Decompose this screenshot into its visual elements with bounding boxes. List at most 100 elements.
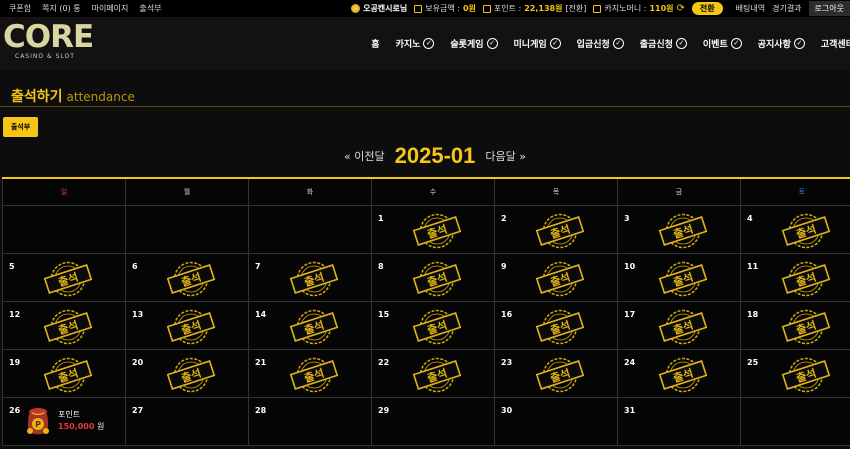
calendar-day: 24 출석 <box>617 350 740 398</box>
attendance-stamp-icon: 출석 <box>412 357 462 393</box>
weekday-sat: 토 <box>740 179 850 206</box>
nav-event[interactable]: 이벤트 ✓ <box>703 37 742 50</box>
top-links: 쿠폰함 쪽지 (0) 통 마이페이지 출석부 <box>9 3 162 14</box>
day-number: 11 <box>747 262 759 271</box>
svg-text:출석: 출석 <box>671 270 695 290</box>
results-link[interactable]: 경기결과 <box>772 3 801 14</box>
day-number: 28 <box>255 406 267 415</box>
calendar-day: 9 출석 <box>494 254 617 302</box>
day-number: 5 <box>9 262 15 271</box>
calendar-week: 26 P 포인트 150,000 원 27 28 29 30 31 <box>2 398 850 446</box>
attendance-stamp-icon: 출석 <box>781 213 831 249</box>
day-number: 22 <box>378 358 390 367</box>
svg-text:출석: 출석 <box>56 270 80 290</box>
logout-button[interactable]: 로그아웃 <box>808 1 850 16</box>
day-number: 18 <box>747 310 759 319</box>
attendance-stamp-icon: 출석 <box>658 309 708 345</box>
day-number: 27 <box>132 406 144 415</box>
svg-text:출석: 출석 <box>548 270 572 290</box>
day-number: 1 <box>378 214 384 223</box>
point-label: 포인트 : <box>493 4 522 13</box>
prev-month-link[interactable]: « 이전달 <box>344 148 385 164</box>
svg-text:출석: 출석 <box>794 318 818 338</box>
attendance-stamp-icon: 출석 <box>166 357 216 393</box>
day-number: 6 <box>132 262 138 271</box>
weekday-mon: 월 <box>125 179 248 206</box>
bet-history-link[interactable]: 배팅내역 <box>736 3 765 14</box>
casino-money-value: 110원 <box>649 4 674 13</box>
user-name: 오공캔시로님 <box>363 4 408 13</box>
nav-withdraw[interactable]: 출금신청 ✓ <box>640 37 687 50</box>
day-number: 3 <box>624 214 630 223</box>
calendar-day: 31 <box>617 398 740 446</box>
attendance-link[interactable]: 출석부 <box>139 3 161 14</box>
nav-deposit[interactable]: 입금신청 ✓ <box>577 37 624 50</box>
attendance-tab[interactable]: 출석부 <box>3 117 38 137</box>
svg-text:출석: 출석 <box>425 366 449 386</box>
calendar-day: 3 출석 <box>617 206 740 254</box>
wallet-icon <box>414 4 423 13</box>
header: CORE CASINO & SLOT 홈 카지노 ✓ 슬롯게임 ✓ 미니게임 ✓ 입금… <box>0 17 850 70</box>
attendance-stamp-icon: 출석 <box>166 309 216 345</box>
weekday-thu: 목 <box>494 179 617 206</box>
svg-text:출석: 출석 <box>56 318 80 338</box>
nav-support[interactable]: 고객센터 <box>821 37 850 50</box>
reward-label: 포인트 <box>58 410 81 419</box>
point-convert-link[interactable]: [전환] <box>565 3 586 14</box>
svg-text:출석: 출석 <box>179 270 203 290</box>
calendar-day: 12 출석 <box>2 302 125 350</box>
calendar-day: 16 출석 <box>494 302 617 350</box>
reward-info: P 포인트 150,000 원 <box>23 404 104 436</box>
check-circle-icon: ✓ <box>612 38 624 49</box>
convert-button[interactable]: 전환 <box>691 2 723 15</box>
check-circle-icon: ✓ <box>423 38 435 49</box>
day-number: 24 <box>624 358 636 367</box>
next-month-link[interactable]: 다음달 » <box>485 148 526 164</box>
calendar-day: 29 <box>371 398 494 446</box>
logo[interactable]: CORE CASINO & SLOT <box>3 22 103 66</box>
nav-home[interactable]: 홈 <box>371 37 379 50</box>
day-number: 29 <box>378 406 390 415</box>
svg-text:출석: 출석 <box>425 270 449 290</box>
calendar-day: 15 출석 <box>371 302 494 350</box>
nav-slot[interactable]: 슬롯게임 ✓ <box>450 37 498 50</box>
refresh-icon[interactable]: ⟳ <box>677 4 685 14</box>
svg-text:P: P <box>35 420 41 429</box>
day-number: 10 <box>624 262 636 271</box>
calendar-day: 13 출석 <box>125 302 248 350</box>
weekday-fri: 금 <box>617 179 740 206</box>
calendar-day: 26 P 포인트 150,000 원 <box>2 398 125 446</box>
day-number: 14 <box>255 310 267 319</box>
calendar-day: 17 출석 <box>617 302 740 350</box>
day-number: 31 <box>624 406 636 415</box>
attendance-stamp-icon: 출석 <box>658 357 708 393</box>
top-bar: 쿠폰함 쪽지 (0) 통 마이페이지 출석부 오공캔시로님 보유금액 : 0원 … <box>0 0 850 17</box>
nav-minigame[interactable]: 미니게임 ✓ <box>514 37 561 50</box>
day-number: 16 <box>501 310 513 319</box>
gift-bag-icon: P <box>27 408 49 435</box>
calendar-day: 2 출석 <box>494 206 617 254</box>
casino-money-label: 카지노머니 : <box>604 4 647 13</box>
mypage-link[interactable]: 마이페이지 <box>92 3 129 14</box>
attendance-calendar: 일 월 화 수 목 금 토 1 출석 2 출석 3 출석 4 출석 5 출석 6 출석 7 출석 8 출석 9 출… <box>2 177 850 446</box>
calendar-week: 5 출석 6 출석 7 출석 8 출석 9 출석 10 출석 11 출석 <box>2 254 850 302</box>
calendar-day: 22 출석 <box>371 350 494 398</box>
svg-text:출석: 출석 <box>425 318 449 338</box>
svg-text:출석: 출석 <box>794 366 818 386</box>
calendar-body: 1 출석 2 출석 3 출석 4 출석 5 출석 6 출석 7 출석 8 출석 9 출석 10 출석 11 출석 12 출석 1… <box>2 206 850 446</box>
svg-text:출석: 출석 <box>425 222 449 242</box>
month-nav: « 이전달 2025-01 다음달 » <box>0 143 850 169</box>
coupon-link[interactable]: 쿠폰함 <box>9 3 31 14</box>
nav-notice[interactable]: 공지사항 ✓ <box>758 37 805 50</box>
svg-text:출석: 출석 <box>302 366 326 386</box>
attendance-stamp-icon: 출석 <box>658 261 708 297</box>
message-link[interactable]: 쪽지 (0) 통 <box>42 3 81 14</box>
reward-unit: 원 <box>96 422 105 431</box>
attendance-stamp-icon: 출석 <box>412 213 462 249</box>
calendar-day: 19 출석 <box>2 350 125 398</box>
nav-casino[interactable]: 카지노 ✓ <box>396 37 435 50</box>
check-circle-icon: ✓ <box>730 38 742 49</box>
check-circle-icon: ✓ <box>549 38 561 49</box>
calendar-day: 6 출석 <box>125 254 248 302</box>
attendance-stamp-icon: 출석 <box>289 261 339 297</box>
